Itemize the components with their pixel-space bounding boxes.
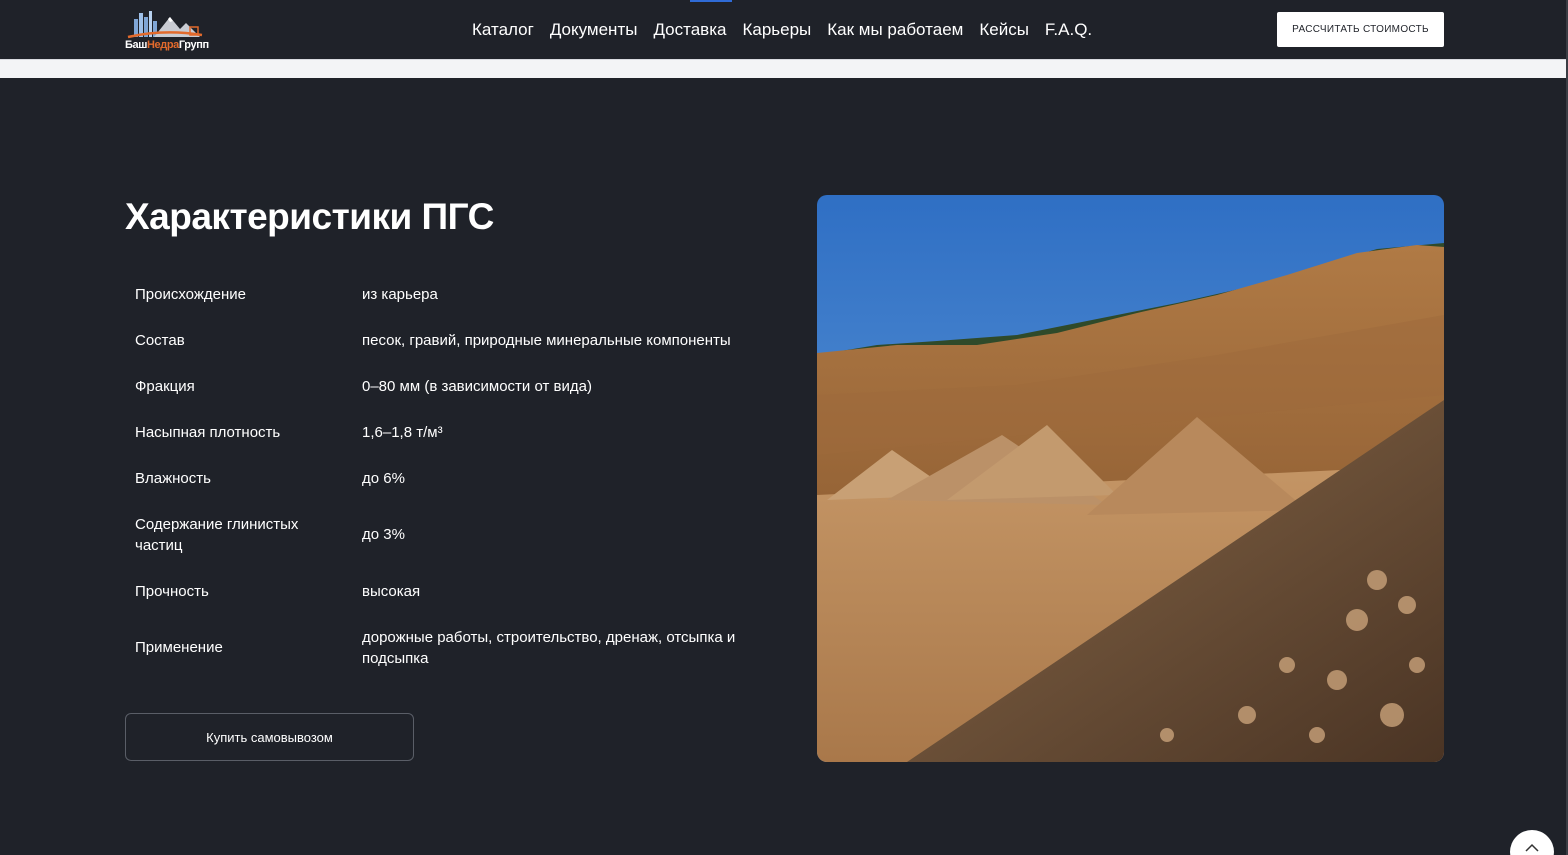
spec-row-fraction: Фракция 0–80 мм (в зависимости от вида) xyxy=(135,363,755,409)
logo-wordmark: БашНедраГрупп xyxy=(125,39,209,51)
chevron-up-icon xyxy=(1525,843,1539,852)
logo-text-accent: Недра xyxy=(147,39,179,51)
page-title: Характеристики ПГС xyxy=(125,196,494,237)
logo-text-part1: Баш xyxy=(125,39,147,51)
spec-row-composition: Состав песок, гравий, природные минераль… xyxy=(135,317,755,363)
spec-value: дорожные работы, строительство, дренаж, … xyxy=(362,628,736,667)
nav-active-indicator xyxy=(690,0,732,2)
quarry-photo xyxy=(817,195,1444,762)
spec-value: 0–80 мм (в зависимости от вида) xyxy=(362,377,592,395)
spec-key: Применение xyxy=(135,639,223,656)
quarry-image xyxy=(817,195,1444,762)
calculate-cost-button[interactable]: РАССЧИТАТЬ СТОИМОСТЬ xyxy=(1277,12,1444,47)
spec-key: Фракция xyxy=(135,377,195,395)
spec-value: до 6% xyxy=(362,469,405,487)
main-navigation: Каталог Документы Доставка Карьеры Как м… xyxy=(472,19,1092,41)
spec-key: Содержание глинистых частиц xyxy=(135,515,299,554)
spec-row-bulk-density: Насыпная плотность 1,6–1,8 т/м³ xyxy=(135,409,755,455)
header-divider-strip xyxy=(0,59,1568,78)
nav-item-catalog[interactable]: Каталог xyxy=(472,20,534,40)
site-header: БашНедраГрупп Каталог Документы Доставка… xyxy=(0,0,1568,59)
nav-item-how-we-work[interactable]: Как мы работаем xyxy=(827,20,963,40)
nav-item-documents[interactable]: Документы xyxy=(550,20,638,40)
page: БашНедраГрупп Каталог Документы Доставка… xyxy=(0,0,1568,855)
logo-text-part2: Групп xyxy=(178,39,209,51)
spec-key: Влажность xyxy=(135,469,211,487)
spec-key: Насыпная плотность xyxy=(135,423,281,441)
nav-item-faq[interactable]: F.A.Q. xyxy=(1045,20,1092,40)
spec-value: высокая xyxy=(362,582,421,600)
spec-key: Происхождение xyxy=(135,285,246,303)
nav-item-delivery[interactable]: Доставка xyxy=(653,20,726,40)
specs-table: Происхождение из карьера Состав песок, г… xyxy=(135,268,755,681)
spec-value: песок, гравий, природные минеральные ком… xyxy=(362,331,731,349)
spec-row-clay-content: Содержание глинистых частиц до 3% xyxy=(135,501,755,568)
spec-row-strength: Прочность высокая xyxy=(135,568,755,614)
spec-value: из карьера xyxy=(362,285,438,303)
scroll-to-top-button[interactable] xyxy=(1510,830,1554,855)
spec-key: Прочность xyxy=(135,582,209,600)
spec-value: до 3% xyxy=(362,526,405,543)
nav-item-quarries[interactable]: Карьеры xyxy=(742,20,811,40)
nav-item-cases[interactable]: Кейсы xyxy=(979,20,1029,40)
spec-row-application: Применение дорожные работы, строительств… xyxy=(135,614,755,681)
spec-row-origin: Происхождение из карьера xyxy=(135,271,755,317)
spec-row-moisture: Влажность до 6% xyxy=(135,455,755,501)
mountain-city-logo-icon xyxy=(127,11,203,39)
spec-key: Состав xyxy=(135,331,185,349)
company-logo[interactable]: БашНедраГрупп xyxy=(124,9,209,53)
buy-self-pickup-button[interactable]: Купить самовывозом xyxy=(125,713,414,761)
spec-value: 1,6–1,8 т/м³ xyxy=(362,423,443,441)
